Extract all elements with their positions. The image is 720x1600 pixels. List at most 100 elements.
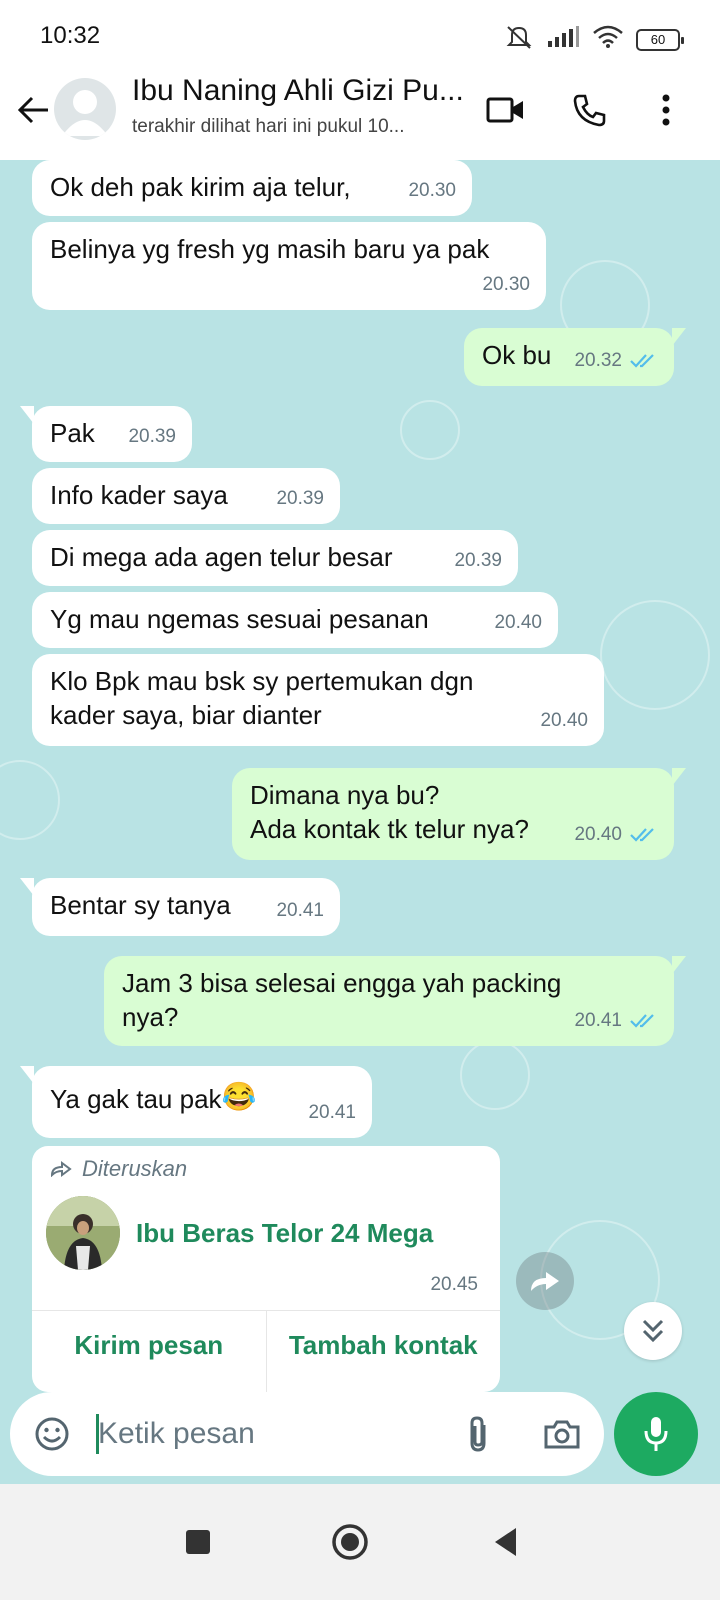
read-ticks-icon — [630, 828, 654, 842]
message-text: Yg mau ngemas sesuai pesanan — [50, 604, 429, 634]
message-outgoing[interactable]: Ok bu 20.32 — [464, 328, 686, 386]
video-call-icon — [486, 97, 523, 123]
message-text-line: Jam 3 bisa selesai engga yah packing — [122, 968, 562, 998]
message-text: Belinya yg fresh yg masih baru ya pak — [50, 234, 490, 264]
send-message-button[interactable]: Kirim pesan — [32, 1311, 266, 1392]
message-time: 20.41 — [308, 1102, 356, 1123]
double-chevron-down-icon — [642, 1319, 664, 1343]
chat-header: Ibu Naning Ahli Gizi Pu... terakhir dili… — [0, 72, 720, 160]
wallpaper-doodle — [460, 1040, 530, 1110]
triangle-back-icon — [495, 1528, 516, 1556]
voice-call-button[interactable] — [566, 86, 614, 134]
message-incoming[interactable]: Belinya yg fresh yg masih baru ya pak 20… — [32, 222, 546, 310]
last-seen: terakhir dilihat hari ini pukul 10... — [132, 116, 405, 137]
chat-area[interactable]: Ok deh pak kirim aja telur, 20.30 Beliny… — [0, 160, 720, 1512]
mute-icon — [504, 24, 534, 55]
message-outgoing[interactable]: Jam 3 bisa selesai engga yah packing nya… — [104, 956, 686, 1046]
forwarded-label: Diteruskan — [82, 1156, 188, 1181]
message-incoming[interactable]: Info kader saya 20.39 — [32, 468, 340, 524]
more-vert-icon — [662, 94, 670, 126]
message-text: Pak — [50, 418, 95, 448]
message-time: 20.39 — [128, 426, 176, 447]
contact-name[interactable]: Ibu Naning Ahli Gizi Pu... — [132, 74, 464, 108]
square-icon — [186, 1530, 210, 1554]
message-text: Ok deh pak kirim aja telur, — [50, 172, 351, 202]
emoji-button[interactable] — [30, 1412, 74, 1456]
message-text-line: Klo Bpk mau bsk sy pertemukan dgn — [50, 666, 474, 696]
message-time: 20.30 — [482, 274, 530, 295]
home-button[interactable] — [326, 1518, 374, 1566]
status-bar: 10:32 60 — [0, 0, 720, 72]
message-text: Ok bu — [482, 340, 552, 370]
emoji-icon — [35, 1417, 69, 1451]
system-nav-bar — [0, 1484, 720, 1600]
home-circle-icon — [332, 1524, 368, 1560]
status-icons: 60 — [504, 24, 684, 55]
recents-button[interactable] — [174, 1518, 222, 1566]
camera-button[interactable] — [540, 1412, 584, 1456]
message-time: 20.40 — [574, 824, 622, 845]
message-time: 20.40 — [540, 710, 588, 731]
wallpaper-doodle — [600, 600, 710, 710]
message-time: 20.30 — [408, 180, 456, 201]
camera-icon — [544, 1420, 580, 1449]
back-nav-button[interactable] — [482, 1518, 530, 1566]
message-text: Bentar sy tanya — [50, 890, 231, 920]
battery-icon: 60 — [636, 28, 684, 51]
forward-share-button[interactable] — [516, 1252, 574, 1310]
message-time: 20.45 — [430, 1274, 478, 1295]
message-incoming[interactable]: Klo Bpk mau bsk sy pertemukan dgn kader … — [32, 654, 604, 746]
message-meta: 20.41 — [574, 1004, 658, 1038]
voice-record-button[interactable] — [614, 1392, 698, 1476]
read-ticks-icon — [630, 354, 654, 368]
more-options-button[interactable] — [642, 86, 690, 134]
video-call-button[interactable] — [482, 86, 530, 134]
attach-button[interactable] — [456, 1412, 500, 1456]
forwarded-row: Diteruskan — [50, 1156, 187, 1182]
message-text: Info kader saya — [50, 480, 228, 510]
forwarded-contact-card[interactable]: Diteruskan Ibu Beras Telor 24 Mega 20.45… — [32, 1146, 500, 1392]
signal-icon — [546, 26, 580, 53]
message-time: 20.39 — [454, 550, 502, 571]
message-incoming[interactable]: Di mega ada agen telur besar 20.39 — [32, 530, 518, 586]
forward-icon — [531, 1272, 559, 1291]
message-outgoing[interactable]: Dimana nya bu? Ada kontak tk telur nya? … — [232, 768, 686, 860]
message-incoming[interactable]: Yg mau ngemas sesuai pesanan 20.40 — [32, 592, 558, 648]
message-time: 20.32 — [574, 350, 622, 371]
contact-card-actions: Kirim pesan Tambah kontak — [32, 1310, 500, 1392]
message-input[interactable] — [98, 1406, 438, 1462]
back-button[interactable] — [14, 90, 54, 130]
contact-avatar[interactable] — [54, 78, 116, 140]
back-arrow-icon — [18, 96, 48, 124]
scroll-to-bottom-button[interactable] — [624, 1302, 682, 1360]
phone-icon — [573, 94, 606, 127]
read-ticks-icon — [630, 1014, 654, 1028]
message-meta: 20.40 — [574, 818, 658, 852]
message-time: 20.40 — [494, 612, 542, 633]
microphone-icon — [644, 1417, 668, 1451]
message-incoming[interactable]: Pak 20.39 — [20, 406, 192, 462]
wallpaper-doodle — [0, 760, 60, 840]
default-avatar-icon — [62, 90, 108, 136]
message-text-line: kader saya, biar dianter — [50, 700, 322, 730]
message-incoming[interactable]: Ya gak tau pak😂 20.41 — [20, 1066, 372, 1138]
person-photo — [46, 1196, 120, 1270]
message-time: 20.39 — [276, 488, 324, 509]
message-text: Ya gak tau pak — [50, 1084, 222, 1114]
wallpaper-doodle — [400, 400, 460, 460]
message-text: Di mega ada agen telur besar — [50, 542, 393, 572]
forward-icon — [50, 1161, 72, 1177]
message-time: 20.41 — [276, 900, 324, 921]
contact-card-name: Ibu Beras Telor 24 Mega — [136, 1218, 434, 1248]
paperclip-icon — [470, 1416, 486, 1452]
message-text-line: Dimana nya bu? — [250, 780, 440, 810]
message-incoming[interactable]: Bentar sy tanya 20.41 — [20, 878, 340, 936]
laughing-emoji: 😂 — [221, 1081, 257, 1112]
contact-card-avatar — [46, 1196, 120, 1270]
status-time: 10:32 — [40, 22, 101, 49]
message-meta: 20.32 — [574, 344, 658, 378]
add-contact-button[interactable]: Tambah kontak — [265, 1311, 501, 1392]
message-incoming[interactable]: Ok deh pak kirim aja telur, 20.30 — [32, 160, 472, 216]
message-compose-bar — [10, 1392, 604, 1476]
message-time: 20.41 — [574, 1010, 622, 1031]
